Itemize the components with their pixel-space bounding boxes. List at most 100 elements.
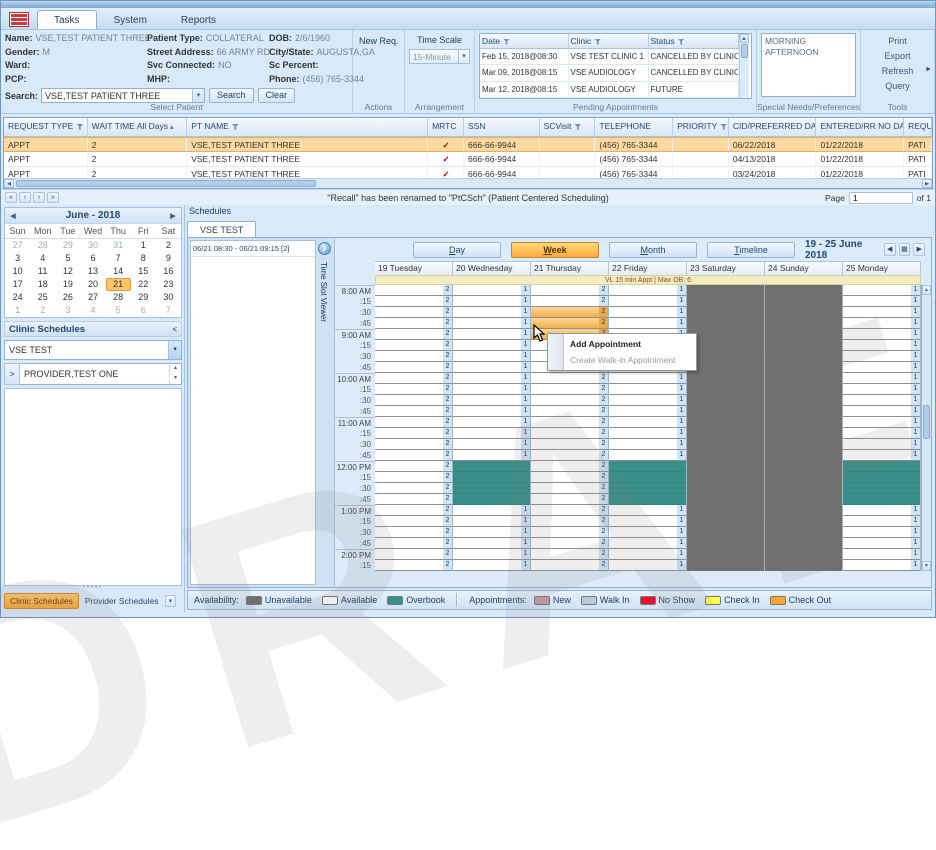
appointment-slot[interactable]: 2 [531, 450, 608, 461]
appointment-slot[interactable]: 1 [453, 406, 530, 417]
appointment-slot[interactable]: 2 [531, 384, 608, 395]
calendar-day[interactable]: 8 [131, 252, 156, 265]
appointment-slot[interactable]: 2 [375, 483, 452, 494]
provider-schedules-button[interactable]: Provider Schedules [82, 594, 162, 608]
appointment-slot[interactable]: 2 [375, 351, 452, 362]
appointment-slot[interactable]: 2 [375, 285, 452, 296]
appointment-slot[interactable]: 2 [375, 538, 452, 549]
calendar-day[interactable]: 24 [5, 291, 30, 304]
appointment-slot[interactable]: 1 [843, 450, 920, 461]
menu-item-add-appointment[interactable]: Add Appointment [564, 336, 696, 352]
calendar-day[interactable]: 18 [30, 278, 55, 291]
scroll-up-icon[interactable]: ▲ [922, 285, 931, 295]
overbook-slot[interactable] [453, 483, 530, 494]
selected-slot[interactable]: 2 [531, 307, 608, 318]
appointment-slot[interactable]: 1 [843, 505, 920, 516]
clinic-combo[interactable]: VSE TEST ▾ [4, 340, 182, 360]
scroll-right-icon[interactable]: ▶ [922, 179, 932, 188]
calendar-day[interactable]: 14 [106, 265, 131, 278]
calendar-day[interactable]: 20 [80, 278, 105, 291]
appointment-slot[interactable]: 2 [375, 439, 452, 450]
grid-col-header[interactable]: SCVisit [540, 118, 596, 136]
appointment-slot[interactable]: 1 [843, 362, 920, 373]
calendar-day[interactable]: 27 [5, 239, 30, 252]
calendar-day[interactable]: 9 [156, 252, 181, 265]
appointment-slot[interactable]: 2 [375, 494, 452, 505]
calendar-day-selected[interactable]: 21 [105, 278, 131, 291]
appointment-slot[interactable]: 1 [453, 318, 530, 329]
overbook-slot[interactable] [609, 483, 686, 494]
overbook-slot[interactable] [843, 472, 920, 483]
overbook-slot[interactable] [843, 461, 920, 472]
grid-col-header[interactable]: PRIORITY [673, 118, 729, 136]
appointment-slot[interactable]: 2 [375, 560, 452, 571]
appointment-slot[interactable]: 1 [453, 527, 530, 538]
calendar-day[interactable]: 6 [80, 252, 105, 265]
query-button[interactable]: Query [885, 79, 910, 94]
calendar-day[interactable]: 29 [55, 239, 80, 252]
appointment-slot[interactable]: 2 [531, 428, 608, 439]
appointment-slot[interactable]: 2 [375, 417, 452, 428]
appointment-slot[interactable]: 2 [531, 285, 608, 296]
appointment-slot[interactable]: 1 [453, 329, 530, 340]
appointment-slot[interactable]: 1 [609, 428, 686, 439]
overbook-slot[interactable] [453, 461, 530, 472]
appointment-slot[interactable]: 1 [843, 406, 920, 417]
overbook-slot[interactable] [843, 494, 920, 505]
calendar-next-icon[interactable]: ▶ [165, 212, 181, 220]
filter-icon[interactable] [502, 38, 510, 45]
scroll-down-icon[interactable]: ▼ [922, 561, 931, 571]
appointment-slot[interactable]: 2 [375, 395, 452, 406]
pending-row[interactable]: Mar 09, 2018@08:15 VSE AUDIOLOGY CANCELLED… [480, 64, 739, 82]
calendar-day[interactable]: 23 [156, 278, 181, 291]
filter-icon[interactable] [574, 123, 582, 130]
calendar-day[interactable]: 17 [5, 278, 30, 291]
export-button[interactable]: Export [884, 49, 910, 64]
appointment-slot[interactable]: 1 [453, 384, 530, 395]
scroll-thumb[interactable] [16, 180, 316, 187]
appointment-slot[interactable]: 1 [843, 307, 920, 318]
appointment-slot[interactable]: 2 [531, 527, 608, 538]
calendar-day[interactable]: 22 [131, 278, 156, 291]
appointment-slot[interactable]: 2 [375, 373, 452, 384]
appointment-slot[interactable]: 1 [843, 351, 920, 362]
calendar-day[interactable]: 13 [80, 265, 105, 278]
calendar-day[interactable]: 2 [156, 239, 181, 252]
calendar-day[interactable]: 27 [80, 291, 105, 304]
appointment-slot[interactable]: 2 [531, 373, 608, 384]
appointment-slot[interactable]: 1 [453, 362, 530, 373]
appointment-slot[interactable]: 1 [453, 516, 530, 527]
appointment-slot[interactable]: 2 [531, 395, 608, 406]
overbook-slot[interactable] [453, 472, 530, 483]
appointment-slot[interactable]: 1 [609, 549, 686, 560]
pending-row[interactable]: Mar 12, 2018@08:15 VSE AUDIOLOGY FUTURE [480, 81, 739, 98]
calendar-day[interactable]: 4 [30, 252, 55, 265]
grid-col-header[interactable]: PT NAME [187, 118, 429, 136]
appointment-slot[interactable]: 2 [375, 340, 452, 351]
appointment-slot[interactable]: 1 [609, 296, 686, 307]
provider-expander-icon[interactable]: > [4, 363, 20, 385]
filter-icon[interactable] [720, 123, 728, 130]
filter-icon[interactable] [594, 38, 602, 45]
appointment-slot[interactable]: 1 [453, 417, 530, 428]
request-row[interactable]: APPT 2 VSE,TEST PATIENT THREE ✓ 666-66-9944 (… [4, 137, 932, 152]
appointment-slot[interactable]: 1 [843, 384, 920, 395]
app-icon[interactable] [9, 12, 29, 27]
calendar-day[interactable]: 10 [5, 265, 30, 278]
clinic-schedules-button[interactable]: Clinic Schedules [4, 593, 79, 609]
appointment-slot[interactable]: 1 [609, 560, 686, 571]
spinner-up-icon[interactable]: ▴ [170, 364, 181, 374]
pending-scrollbar[interactable]: ▲ [738, 34, 749, 98]
calendar-day[interactable]: 30 [80, 239, 105, 252]
provider-spinner[interactable]: ▴ ▾ [169, 364, 181, 384]
range-prev-icon[interactable]: ◀ [883, 243, 896, 256]
overbook-slot[interactable] [609, 472, 686, 483]
view-button-week[interactable]: Week [511, 241, 599, 258]
appointment-slot[interactable]: 2 [375, 428, 452, 439]
appointment-slot[interactable]: 1 [843, 395, 920, 406]
scroll-thumb[interactable] [923, 405, 930, 439]
scroll-left-icon[interactable]: ◀ [4, 179, 14, 188]
collapse-icon[interactable]: < [172, 325, 177, 334]
viewer-toggle-button[interactable]: ❯ [317, 242, 331, 255]
search-dropdown-icon[interactable]: ▾ [192, 89, 205, 102]
